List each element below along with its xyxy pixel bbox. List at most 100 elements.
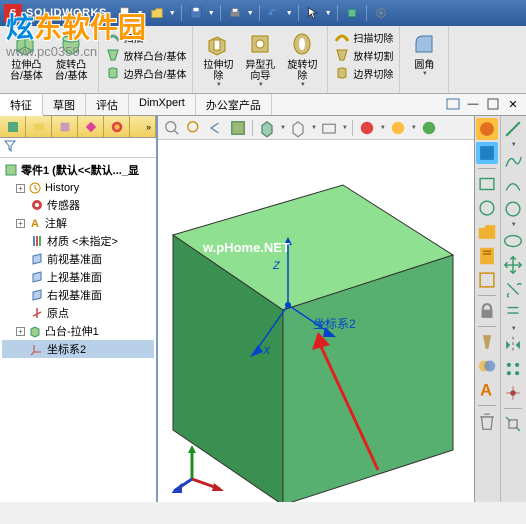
history-icon	[28, 181, 42, 195]
filter-bar[interactable]	[0, 138, 156, 158]
origin-icon	[30, 306, 44, 320]
revolve-boss-button[interactable]: 旋转凸 台/基体	[49, 28, 94, 84]
undo-button[interactable]	[264, 3, 284, 23]
fillet-icon	[410, 30, 438, 58]
plane-icon	[30, 270, 44, 284]
ellipse-tool-button[interactable]	[502, 230, 524, 252]
arc-tool-button[interactable]	[502, 174, 524, 196]
tab-sketch[interactable]: 草图	[43, 94, 86, 115]
tab-features[interactable]: 特征	[0, 94, 43, 116]
print-button[interactable]	[225, 3, 245, 23]
new-file-button[interactable]	[115, 3, 135, 23]
boundary-button[interactable]: 边界凸台/基体	[103, 64, 189, 82]
appearance-button[interactable]	[357, 118, 377, 138]
render-button[interactable]	[419, 118, 439, 138]
sweep-button[interactable]: 扫描	[103, 28, 189, 46]
lock-button[interactable]	[476, 300, 498, 322]
fm-tab-dim[interactable]	[78, 116, 104, 137]
feature-tree: 零件1 (默认<<默认..._显 +History 传感器 +A注解 材质 <未…	[0, 158, 156, 502]
coord-sys-icon	[30, 342, 44, 356]
expand-button[interactable]	[444, 96, 462, 112]
trash-button[interactable]	[476, 410, 498, 432]
loft-button[interactable]: 放样凸台/基体	[103, 46, 189, 64]
custom-props-button[interactable]	[476, 142, 498, 164]
options-button[interactable]	[371, 3, 391, 23]
view-triad[interactable]	[172, 441, 227, 496]
sweep-cut-button[interactable]: 扫描切除	[332, 28, 395, 46]
close-button[interactable]: ✕	[504, 96, 522, 112]
maximize-button[interactable]	[484, 96, 502, 112]
expander-icon[interactable]: +	[16, 184, 25, 193]
loft-icon	[105, 47, 121, 63]
view-palette-button[interactable]	[476, 269, 498, 291]
appearances-panel-button[interactable]	[476, 118, 498, 140]
save-button[interactable]	[186, 3, 206, 23]
tree-history[interactable]: +History	[2, 180, 154, 196]
fm-tab-config[interactable]	[52, 116, 78, 137]
plane-icon	[30, 288, 44, 302]
select-button[interactable]	[303, 3, 323, 23]
hole-wizard-button[interactable]: 异型孔 向导▼	[239, 28, 281, 90]
loft-cut-button[interactable]: 放样切割	[332, 46, 395, 64]
boundary-cut-button[interactable]: 边界切除	[332, 64, 395, 82]
revolve-boss-icon	[57, 30, 85, 58]
point-tool-button[interactable]	[502, 382, 524, 404]
line-tool-button[interactable]	[502, 118, 524, 140]
section-view-button[interactable]	[228, 118, 248, 138]
side-toolbars: A ▼ ▼ ▼	[474, 116, 526, 502]
tree-origin[interactable]: 原点	[2, 304, 154, 322]
loft-cut-icon	[334, 47, 350, 63]
hide-show-button[interactable]	[319, 118, 339, 138]
prev-view-button[interactable]	[206, 118, 226, 138]
fm-tab-tree[interactable]	[0, 116, 26, 137]
rect-tool-button[interactable]	[476, 173, 498, 195]
folder-button[interactable]	[476, 221, 498, 243]
geometry-relation-button[interactable]	[502, 413, 524, 435]
offset-tool-button[interactable]	[502, 302, 524, 324]
tree-front-plane[interactable]: 前视基准面	[2, 250, 154, 268]
expander-icon[interactable]: +	[16, 219, 25, 228]
fm-tab-property[interactable]	[26, 116, 52, 137]
view-orient-button[interactable]	[257, 118, 277, 138]
view-toolbar: ▼ ▼ ▼ ▼ ▼	[158, 116, 474, 140]
revolve-cut-button[interactable]: 旋转切 除▼	[281, 28, 323, 90]
scene-button[interactable]	[388, 118, 408, 138]
tree-annotations[interactable]: +A注解	[2, 214, 154, 232]
rebuild-button[interactable]	[342, 3, 362, 23]
spline-tool-button[interactable]	[502, 150, 524, 172]
app-title: SOLIDWORKS	[26, 7, 107, 19]
tree-right-plane[interactable]: 右视基准面	[2, 286, 154, 304]
tab-dimxpert[interactable]: DimXpert	[129, 94, 196, 115]
extrude-boss-button[interactable]: 拉伸凸 台/基体	[4, 28, 49, 84]
fillet-button[interactable]: 圆角▼	[404, 28, 444, 79]
design-lib-button[interactable]	[476, 245, 498, 267]
zoom-area-button[interactable]	[184, 118, 204, 138]
move-tool-button[interactable]	[502, 254, 524, 276]
draft-button[interactable]	[476, 331, 498, 353]
tab-evaluate[interactable]: 评估	[86, 94, 129, 115]
tab-office[interactable]: 办公室产品	[196, 94, 272, 115]
tree-top-plane[interactable]: 上视基准面	[2, 268, 154, 286]
display-style-button[interactable]	[288, 118, 308, 138]
tree-sensors[interactable]: 传感器	[2, 196, 154, 214]
trim-tool-button[interactable]	[502, 278, 524, 300]
sensor-icon	[30, 198, 44, 212]
minimize-button[interactable]: —	[464, 96, 482, 112]
mirror-tool-button[interactable]	[502, 334, 524, 356]
tree-material[interactable]: 材质 <未指定>	[2, 232, 154, 250]
circle2-tool-button[interactable]	[502, 198, 524, 220]
open-file-button[interactable]	[147, 3, 167, 23]
pattern-tool-button[interactable]	[502, 358, 524, 380]
fm-tab-more[interactable]: »	[130, 116, 156, 137]
zoom-fit-button[interactable]	[162, 118, 182, 138]
intersect-button[interactable]	[476, 355, 498, 377]
3d-viewport[interactable]: Z X Y 坐标系2 w.pHome.NET	[158, 140, 474, 502]
text-button[interactable]: A	[476, 379, 498, 401]
extrude-cut-button[interactable]: 拉伸切 除▼	[197, 28, 239, 90]
circle-tool-button[interactable]	[476, 197, 498, 219]
tree-boss-extrude[interactable]: +凸台-拉伸1	[2, 322, 154, 340]
fm-tab-display[interactable]	[104, 116, 130, 137]
tree-root[interactable]: 零件1 (默认<<默认..._显	[2, 160, 154, 180]
expander-icon[interactable]: +	[16, 327, 25, 336]
tree-coordinate-system[interactable]: 坐标系2	[2, 340, 154, 358]
